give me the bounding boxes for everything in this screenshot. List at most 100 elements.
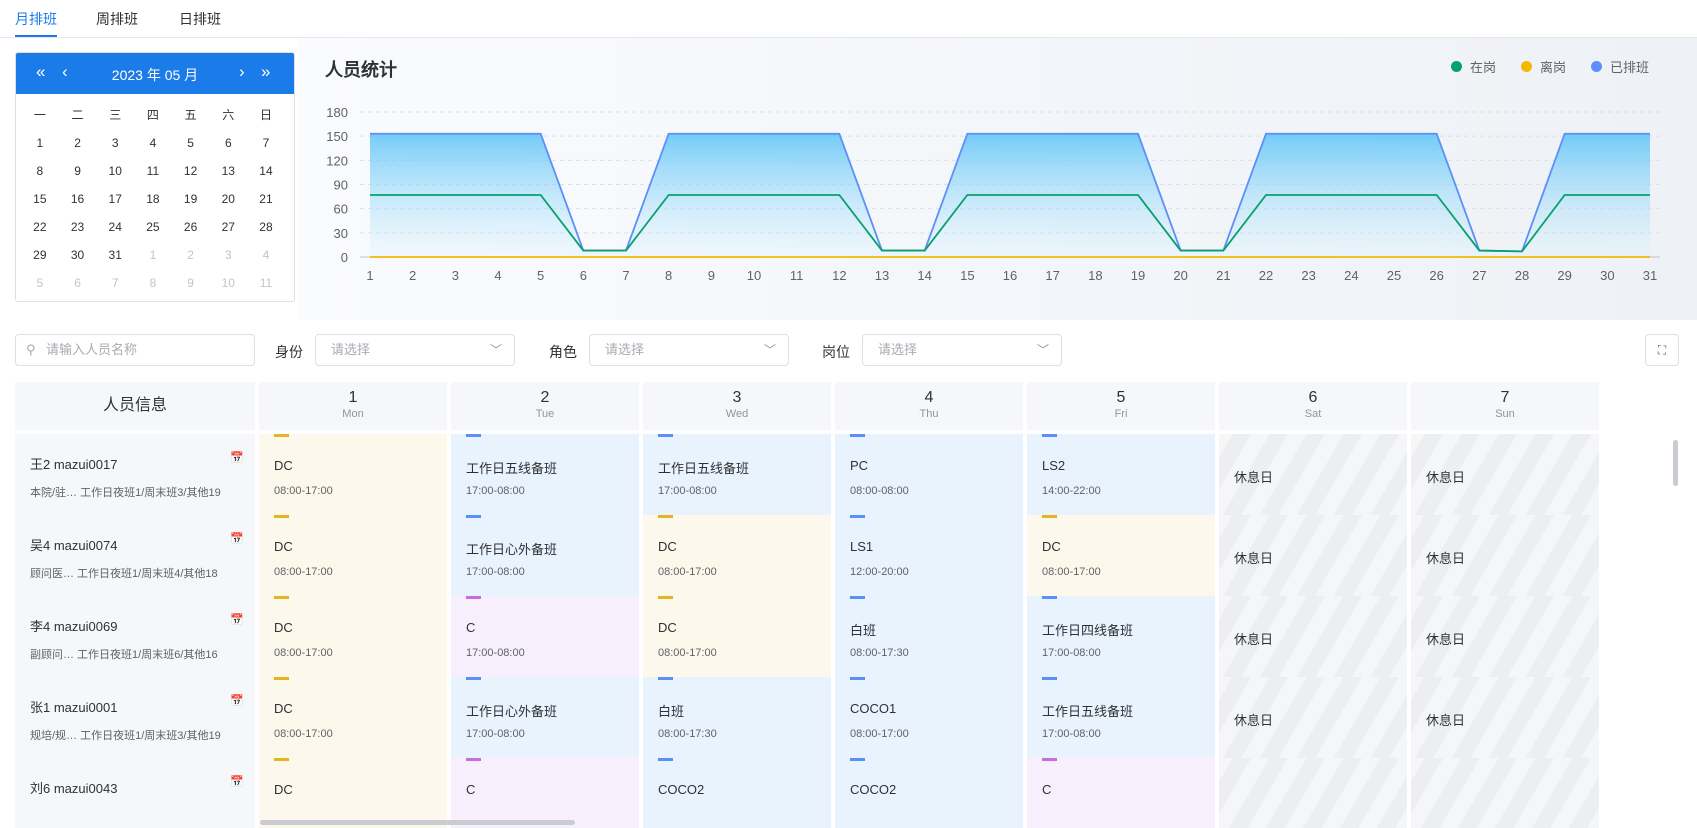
rest-day-cell[interactable]: 休息日 (1411, 434, 1599, 516)
calendar-day[interactable]: 8 (134, 273, 172, 301)
shift-cell[interactable]: C (451, 758, 639, 828)
legend-item-off-duty: 离岗 (1521, 57, 1566, 76)
shift-cell[interactable]: 白班 08:00-17:30 (835, 596, 1023, 678)
calendar-day[interactable]: 6 (59, 273, 97, 301)
shift-cell[interactable]: COCO2 (835, 758, 1023, 828)
shift-cell[interactable]: DC 08:00-17:00 (259, 677, 447, 759)
shift-cell[interactable]: DC 08:00-17:00 (643, 596, 831, 678)
shift-cell[interactable]: LS2 14:00-22:00 (1027, 434, 1215, 516)
calendar-day[interactable]: 1 (134, 245, 172, 273)
shift-cell[interactable]: LS1 12:00-20:00 (835, 515, 1023, 597)
next-month-icon[interactable]: › (239, 62, 245, 82)
shift-time: 08:00-17:30 (658, 728, 717, 740)
rest-day-cell[interactable]: 休息日 (1219, 596, 1407, 678)
calendar-day[interactable]: 14 (247, 161, 285, 189)
shift-cell[interactable]: DC 08:00-17:00 (259, 515, 447, 597)
legend-dot (1521, 61, 1532, 72)
calendar-day[interactable]: 12 (172, 161, 210, 189)
tab-monthly[interactable]: 月排班 (15, 9, 57, 29)
calendar-day[interactable]: 30 (59, 245, 97, 273)
calendar-day[interactable]: 20 (209, 189, 247, 217)
calendar-day[interactable]: 10 (96, 161, 134, 189)
calendar-day[interactable]: 6 (209, 133, 247, 161)
calendar-day[interactable]: 22 (21, 217, 59, 245)
shift-cell[interactable]: 白班 08:00-17:30 (643, 677, 831, 759)
shift-cell[interactable]: COCO1 08:00-17:00 (835, 677, 1023, 759)
shift-cell[interactable]: DC 08:00-17:00 (643, 515, 831, 597)
shift-cell[interactable]: DC 08:00-17:00 (1027, 515, 1215, 597)
calendar-day[interactable]: 7 (96, 273, 134, 301)
calendar-day[interactable]: 2 (59, 133, 97, 161)
calendar-day[interactable]: 19 (172, 189, 210, 217)
calendar-day[interactable]: 11 (247, 273, 285, 301)
shift-cell[interactable]: C 17:00-08:00 (451, 596, 639, 678)
search-input[interactable]: ⚲ 请输入人员名称 (15, 334, 255, 366)
calendar-day[interactable]: 7 (247, 133, 285, 161)
shift-cell[interactable]: 工作日五线备班 17:00-08:00 (451, 434, 639, 516)
shift-cell[interactable]: PC 08:00-08:00 (835, 434, 1023, 516)
fullscreen-button[interactable]: ⛶ (1645, 334, 1679, 366)
identity-select[interactable]: 请选择 ﹀ (315, 334, 515, 366)
calendar-day[interactable]: 10 (209, 273, 247, 301)
rest-day-cell[interactable] (1219, 758, 1407, 828)
shift-cell[interactable]: C (1027, 758, 1215, 828)
shift-cell[interactable]: 工作日心外备班 17:00-08:00 (451, 677, 639, 759)
vertical-scrollbar[interactable] (1673, 440, 1678, 486)
calendar-day[interactable]: 2 (172, 245, 210, 273)
calendar-day[interactable]: 29 (21, 245, 59, 273)
calendar-day[interactable]: 26 (172, 217, 210, 245)
calendar-day[interactable]: 4 (134, 133, 172, 161)
calendar-day[interactable]: 3 (96, 133, 134, 161)
calendar-icon[interactable]: 📅 (230, 451, 244, 464)
calendar-day[interactable]: 15 (21, 189, 59, 217)
calendar-day[interactable]: 23 (59, 217, 97, 245)
tab-daily[interactable]: 日排班 (179, 9, 221, 29)
calendar-day[interactable]: 9 (172, 273, 210, 301)
post-select[interactable]: 请选择 ﹀ (862, 334, 1062, 366)
shift-cell[interactable]: 工作日五线备班 17:00-08:00 (1027, 677, 1215, 759)
calendar-day[interactable]: 5 (172, 133, 210, 161)
calendar-icon[interactable]: 📅 (230, 694, 244, 707)
shift-cell[interactable]: DC 08:00-17:00 (259, 596, 447, 678)
calendar-day[interactable]: 17 (96, 189, 134, 217)
calendar-day[interactable]: 4 (247, 245, 285, 273)
calendar-day[interactable]: 11 (134, 161, 172, 189)
next-year-icon[interactable]: » (261, 62, 270, 82)
shift-cell[interactable]: DC 08:00-17:00 (259, 434, 447, 516)
rest-day-cell[interactable]: 休息日 (1219, 434, 1407, 516)
calendar-icon[interactable]: 📅 (230, 775, 244, 788)
calendar-day[interactable]: 24 (96, 217, 134, 245)
rest-day-cell[interactable]: 休息日 (1219, 677, 1407, 759)
calendar-icon[interactable]: 📅 (230, 613, 244, 626)
calendar-day[interactable]: 5 (21, 273, 59, 301)
calendar-day[interactable]: 25 (134, 217, 172, 245)
rest-day-cell[interactable]: 休息日 (1411, 596, 1599, 678)
calendar-day[interactable]: 28 (247, 217, 285, 245)
shift-cell[interactable]: 工作日心外备班 17:00-08:00 (451, 515, 639, 597)
x-tick-label: 22 (1259, 268, 1273, 283)
shift-cell[interactable]: COCO2 (643, 758, 831, 828)
role-select[interactable]: 请选择 ﹀ (589, 334, 789, 366)
calendar-day[interactable]: 31 (96, 245, 134, 273)
month-calendar: « ‹ 2023 年 05 月 › » 一二三四五六日 1 2 3 4 5 6 7 8 9 10 11… (15, 52, 295, 302)
shift-cell[interactable]: DC (259, 758, 447, 828)
shift-cell[interactable]: 工作日四线备班 17:00-08:00 (1027, 596, 1215, 678)
calendar-day[interactable]: 18 (134, 189, 172, 217)
calendar-day[interactable]: 3 (209, 245, 247, 273)
tab-weekly[interactable]: 周排班 (96, 9, 138, 29)
calendar-day[interactable]: 8 (21, 161, 59, 189)
rest-day-cell[interactable] (1411, 758, 1599, 828)
rest-day-cell[interactable]: 休息日 (1411, 677, 1599, 759)
calendar-icon[interactable]: 📅 (230, 532, 244, 545)
calendar-day[interactable]: 13 (209, 161, 247, 189)
calendar-day[interactable]: 1 (21, 133, 59, 161)
calendar-day[interactable]: 21 (247, 189, 285, 217)
rest-day-cell[interactable]: 休息日 (1219, 515, 1407, 597)
calendar-day[interactable]: 16 (59, 189, 97, 217)
x-tick-label: 8 (665, 268, 672, 283)
calendar-day[interactable]: 9 (59, 161, 97, 189)
horizontal-scrollbar[interactable] (260, 820, 575, 825)
rest-day-cell[interactable]: 休息日 (1411, 515, 1599, 597)
shift-cell[interactable]: 工作日五线备班 17:00-08:00 (643, 434, 831, 516)
calendar-day[interactable]: 27 (209, 217, 247, 245)
